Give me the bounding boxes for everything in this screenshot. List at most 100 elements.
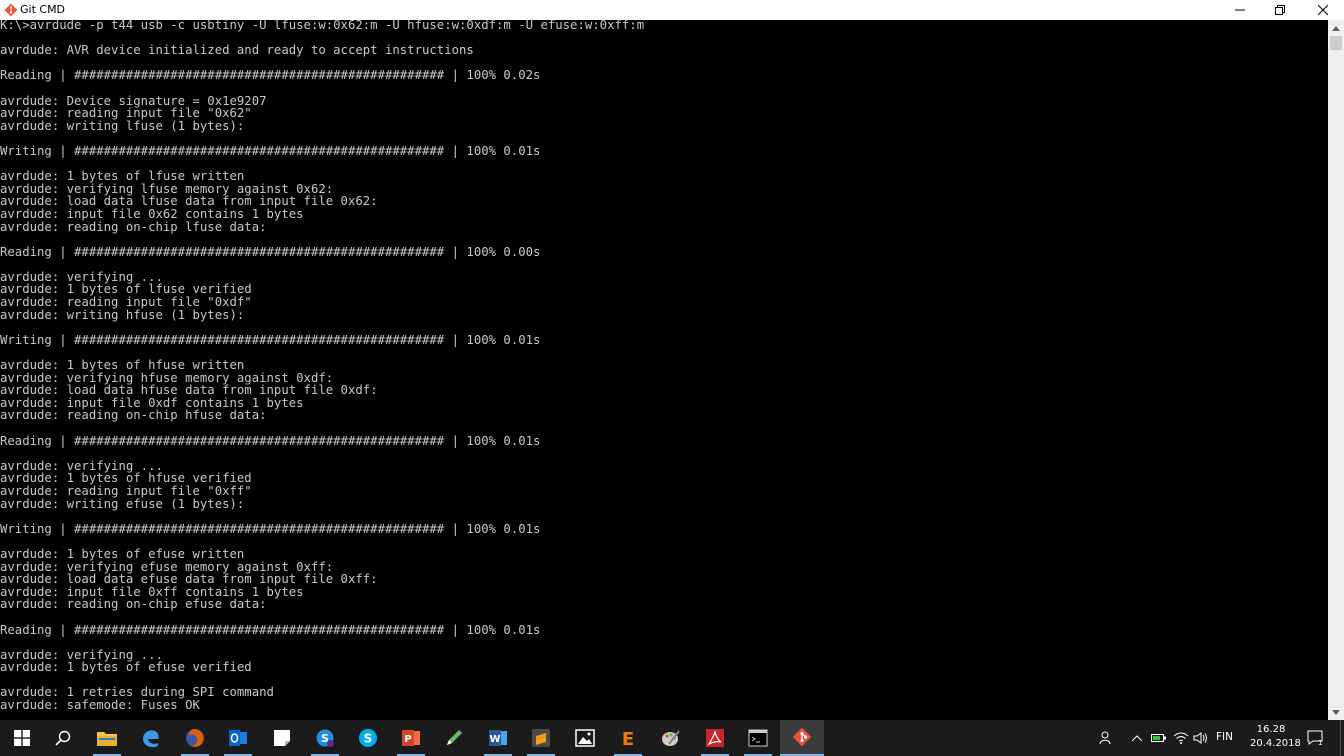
console-line: Reading | ##############################… [0, 244, 541, 259]
console-line: avrdude: 1 bytes of lfuse written [0, 169, 245, 184]
terminal-icon [748, 729, 768, 747]
clock-time: 16.28 [1256, 724, 1286, 735]
taskbar-search-button[interactable] [41, 720, 85, 756]
taskbar-word-button[interactable]: W [476, 720, 520, 756]
taskbar-edge-button[interactable] [129, 720, 173, 756]
volume-tray-button[interactable] [1192, 720, 1210, 756]
eagle-icon: E [618, 728, 638, 748]
console-line: avrdude: reading on-chip lfuse data: [0, 219, 267, 234]
language-indicator[interactable]: FIN [1216, 731, 1233, 743]
scroll-up-button[interactable] [1328, 20, 1344, 36]
minimize-button[interactable] [1220, 0, 1260, 20]
scroll-thumb[interactable] [1330, 36, 1342, 50]
taskbar-skype-business-button[interactable]: S [303, 720, 347, 756]
notification-icon: 1 [1307, 730, 1323, 746]
folder-icon [96, 729, 118, 747]
title-bar[interactable]: Git CMD [0, 0, 1344, 20]
people-icon [1099, 731, 1111, 745]
console-line: avrdude: safemode: Fuses OK [0, 698, 200, 713]
console-line: avrdude: 1 bytes of efuse written [0, 546, 245, 561]
taskbar-start-button[interactable] [0, 720, 44, 756]
people-button[interactable] [1096, 720, 1116, 756]
skype-icon: S [358, 728, 378, 748]
battery-tray-button[interactable] [1150, 720, 1168, 756]
vertical-scrollbar[interactable] [1328, 20, 1344, 720]
window-title: Git CMD [20, 3, 66, 16]
restore-icon [1275, 5, 1285, 15]
svg-text:S: S [364, 732, 373, 746]
outlook-icon [228, 728, 248, 748]
taskbar-firefox-button[interactable] [173, 720, 217, 756]
console-line: Reading | ##############################… [0, 622, 541, 637]
console-line: avrdude: writing lfuse (1 bytes): [0, 118, 245, 133]
svg-text:1: 1 [1318, 739, 1322, 746]
console-line: Writing | ##############################… [0, 521, 541, 536]
taskbar-paint-button[interactable] [649, 720, 693, 756]
console-line: avrdude: reading input file "0xff" [0, 483, 252, 498]
taskbar-skype-button[interactable]: S [346, 720, 390, 756]
sublime-icon [531, 728, 551, 748]
word-icon: W [488, 728, 508, 748]
taskbar-pen-app-button[interactable] [432, 720, 476, 756]
close-button[interactable] [1301, 0, 1344, 20]
console-line: avrdude: writing hfuse (1 bytes): [0, 307, 245, 322]
sticky-notes-icon [273, 729, 291, 747]
taskbar-sublime-text-button[interactable] [519, 720, 563, 756]
console-output[interactable]: K:\>avrdude -p t44 usb -c usbtiny -U lfu… [0, 20, 1328, 720]
console-line: Writing | ##############################… [0, 332, 541, 347]
console-line: avrdude: 1 bytes of efuse verified [0, 660, 252, 675]
acrobat-icon [705, 728, 725, 748]
volume-icon [1193, 732, 1207, 744]
scroll-down-button[interactable] [1328, 704, 1344, 720]
taskbar: S S P W E FIN 16.28 20.4.2018 1 [0, 720, 1344, 756]
firefox-icon [185, 728, 205, 748]
taskbar-command-prompt-button[interactable] [736, 720, 780, 756]
console-line: avrdude: writing efuse (1 bytes): [0, 496, 245, 511]
console-line: avrdude: load data efuse data from input… [0, 572, 378, 587]
action-center-button[interactable]: 1 [1304, 720, 1328, 756]
console-line: avrdude: 1 bytes of hfuse written [0, 358, 245, 373]
console-line: avrdude: AVR device initialized and read… [0, 43, 474, 58]
search-icon [55, 730, 71, 746]
console-lines: K:\>avrdude -p t44 usb -c usbtiny -U lfu… [0, 20, 644, 712]
taskbar-powerpoint-button[interactable]: P [389, 720, 433, 756]
console-line: Reading | ##############################… [0, 433, 541, 448]
taskbar-outlook-button[interactable] [216, 720, 260, 756]
show-desktop-button[interactable] [1340, 720, 1344, 756]
taskbar-sticky-notes-button[interactable] [260, 720, 304, 756]
taskbar-photos-button[interactable] [563, 720, 607, 756]
show-hidden-icons-button[interactable] [1128, 720, 1146, 756]
skype-business-icon: S [315, 728, 335, 748]
paint-icon [661, 728, 681, 748]
wifi-tray-button[interactable] [1172, 720, 1190, 756]
taskbar-git-cmd-button[interactable] [780, 720, 824, 756]
taskbar-eagle-button[interactable]: E [606, 720, 650, 756]
console-line: avrdude: reading on-chip hfuse data: [0, 408, 267, 423]
git-icon [792, 727, 812, 747]
svg-text:E: E [622, 729, 634, 748]
console-line: Reading | ##############################… [0, 68, 541, 83]
taskbar-file-explorer-button[interactable] [85, 720, 129, 756]
edge-icon [141, 728, 161, 748]
svg-text:W: W [489, 734, 500, 745]
powerpoint-icon: P [401, 728, 421, 748]
console-line: Writing | ##############################… [0, 143, 541, 158]
clock[interactable]: 16.28 20.4.2018 [1250, 723, 1301, 751]
console-line: K:\>avrdude -p t44 usb -c usbtiny -U lfu… [0, 20, 645, 32]
maximize-button[interactable] [1260, 0, 1300, 20]
console-line: avrdude: load data hfuse data from input… [0, 383, 378, 398]
minimize-icon [1235, 9, 1245, 11]
windows-logo-icon [14, 730, 30, 746]
console-line: avrdude: input file 0x62 contains 1 byte… [0, 206, 304, 221]
console-line: avrdude: reading on-chip efuse data: [0, 597, 267, 612]
arrow-down-icon [1332, 709, 1340, 715]
arrow-up-icon [1332, 25, 1340, 31]
taskbar-acrobat-button[interactable] [693, 720, 737, 756]
